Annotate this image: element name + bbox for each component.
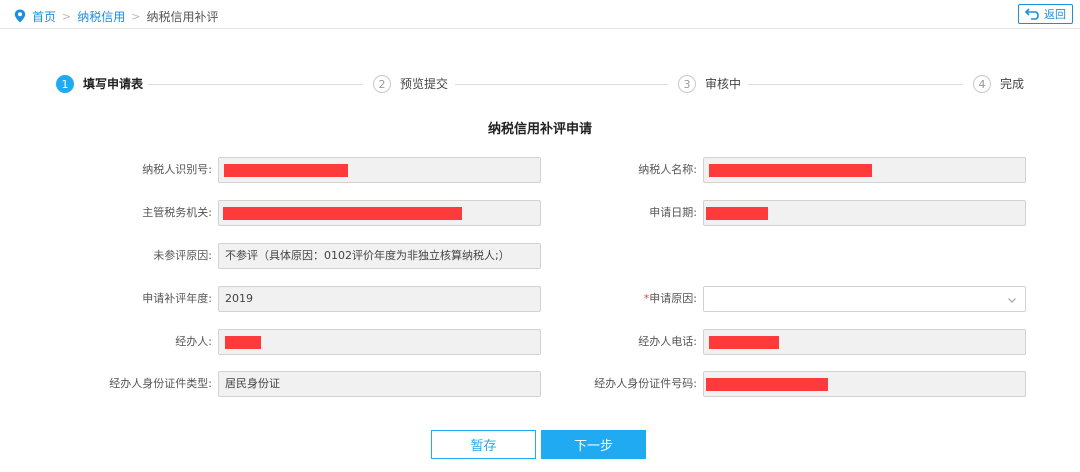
step-2-label: 预览提交 xyxy=(400,77,449,91)
apply-reason-label-text: 申请原因: xyxy=(649,292,697,305)
unrated-reason-value: 不参评（具体原因：0102评价年度为非独立核算纳税人;） xyxy=(225,249,510,262)
redaction-mark xyxy=(225,336,261,349)
breadcrumb-tax-credit-link[interactable]: 纳税信用 xyxy=(77,8,125,25)
step-1-indicator: 1 xyxy=(56,75,74,93)
return-arrow-icon xyxy=(1025,8,1039,20)
unrated-reason-field[interactable]: 不参评（具体原因：0102评价年度为非独立核算纳税人;） xyxy=(218,243,541,269)
redaction-mark xyxy=(224,164,348,177)
breadcrumb-home-link[interactable]: 首页 xyxy=(32,8,56,25)
breadcrumb-separator: > xyxy=(62,9,72,23)
handler-id-number-field[interactable] xyxy=(703,371,1026,397)
step-3-indicator: 3 xyxy=(678,75,696,93)
redaction-mark xyxy=(223,207,462,220)
handler-field[interactable] xyxy=(218,329,541,355)
save-draft-button[interactable]: 暂存 xyxy=(431,430,536,459)
handler-label: 经办人: xyxy=(175,335,212,348)
handler-id-number-label: 经办人身份证件号码: xyxy=(594,377,697,390)
step-1-label: 填写申请表 xyxy=(83,77,144,91)
header-divider xyxy=(0,28,1080,29)
step-connector xyxy=(148,84,363,85)
redaction-mark xyxy=(709,164,872,177)
handler-id-type-label: 经办人身份证件类型: xyxy=(109,377,212,390)
handler-id-type-value: 居民身份证 xyxy=(225,377,280,390)
step-connector xyxy=(455,84,668,85)
redaction-mark xyxy=(709,336,779,349)
unrated-reason-label: 未参评原因: xyxy=(153,249,212,262)
redaction-mark xyxy=(706,207,768,220)
handler-phone-field[interactable] xyxy=(703,329,1026,355)
redaction-mark xyxy=(706,378,828,391)
apply-date-field[interactable] xyxy=(703,200,1026,226)
taxpayer-id-label: 纳税人识别号: xyxy=(142,163,212,176)
taxpayer-name-field[interactable] xyxy=(703,157,1026,183)
breadcrumb-current: 纳税信用补评 xyxy=(146,9,219,24)
step-2-indicator: 2 xyxy=(373,75,391,93)
back-button[interactable]: 返回 xyxy=(1018,4,1073,24)
breadcrumb-separator: > xyxy=(131,9,141,23)
next-step-button[interactable]: 下一步 xyxy=(541,430,646,459)
apply-reason-label: *申请原因: xyxy=(545,286,697,312)
form-title: 纳税信用补评申请 xyxy=(487,122,592,137)
apply-date-label: 申请日期: xyxy=(649,206,697,219)
rating-year-value: 2019 xyxy=(225,292,253,305)
handler-phone-label: 经办人电话: xyxy=(638,335,697,348)
breadcrumb: 首页 > 纳税信用 > 纳税信用补评 xyxy=(14,8,218,24)
rating-year-field[interactable]: 2019 xyxy=(218,286,541,312)
tax-authority-field[interactable] xyxy=(218,200,541,226)
back-button-label: 返回 xyxy=(1044,8,1066,21)
taxpayer-name-label: 纳税人名称: xyxy=(638,163,697,176)
step-4-indicator: 4 xyxy=(973,75,991,93)
rating-year-label: 申请补评年度: xyxy=(142,292,212,305)
apply-reason-select[interactable] xyxy=(703,286,1026,312)
taxpayer-id-field[interactable] xyxy=(218,157,541,183)
handler-id-type-field[interactable]: 居民身份证 xyxy=(218,371,541,397)
chevron-down-icon xyxy=(1008,298,1016,303)
step-connector xyxy=(748,84,963,85)
step-3-label: 审核中 xyxy=(705,77,742,91)
step-4-label: 完成 xyxy=(1000,77,1025,91)
location-pin-icon xyxy=(14,9,26,23)
tax-authority-label: 主管税务机关: xyxy=(142,206,212,219)
